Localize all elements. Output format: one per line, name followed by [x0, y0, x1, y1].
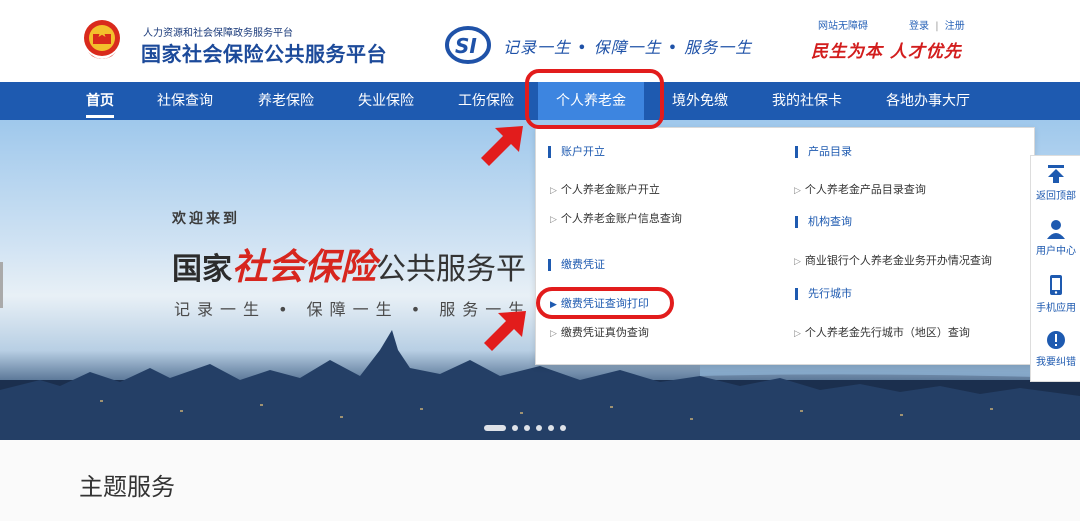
- banner-title-prefix: 国家: [172, 252, 232, 287]
- highlight-box-nav: [525, 69, 664, 129]
- banner-title: 国家社会保险公共服务平: [172, 238, 526, 290]
- sidebar-label: 手机应用: [1036, 303, 1076, 314]
- banner-title-suffix: 公共服务平: [376, 252, 527, 287]
- nav-home[interactable]: 首页: [86, 82, 114, 120]
- carousel-dot[interactable]: [536, 425, 542, 431]
- personal-pension-dropdown: 账户开立 ▷ 个人养老金账户开立 ▷ 个人养老金账户信息查询 缴费凭证 ▶ 缴费凭证查…: [535, 127, 1035, 365]
- nav-unemployment-insurance[interactable]: 失业保险: [358, 82, 414, 120]
- carousel-dot[interactable]: [484, 425, 506, 431]
- highlight-box-voucher: [536, 287, 674, 319]
- category-payment-voucher: 缴费凭证: [548, 259, 605, 271]
- banner-title-highlight: 社会保险: [232, 246, 377, 288]
- back-to-top-button[interactable]: 返回顶部: [1031, 164, 1080, 202]
- mobile-app-button[interactable]: 手机应用: [1031, 274, 1080, 314]
- carousel-dot[interactable]: [512, 425, 518, 431]
- link-voucher-authenticity-query[interactable]: ▷ 缴费凭证真伪查询: [550, 324, 649, 340]
- triangle-right-icon: ▷: [794, 329, 801, 339]
- link-pilot-cities-query[interactable]: ▷ 个人养老金先行城市（地区）查询: [794, 324, 970, 340]
- sidebar-label: 用户中心: [1036, 246, 1076, 257]
- category-pilot-cities: 先行城市: [795, 288, 852, 300]
- section-title: 主题服务: [79, 473, 175, 501]
- mobile-phone-icon: [1050, 275, 1062, 295]
- triangle-right-icon: ▷: [550, 329, 557, 339]
- banner-subtitle: 记录一生 • 保障一生 • 服务一生: [174, 300, 532, 319]
- nav-social-security-query[interactable]: 社保查询: [157, 82, 213, 120]
- nav-overseas-exemption[interactable]: 境外免缴: [672, 82, 728, 120]
- link-label: 个人养老金先行城市（地区）查询: [804, 326, 970, 339]
- link-pension-account-opening[interactable]: ▷ 个人养老金账户开立: [550, 181, 660, 197]
- carousel-prev-handle[interactable]: [0, 262, 3, 308]
- link-pension-account-info-query[interactable]: ▷ 个人养老金账户信息查询: [550, 210, 682, 226]
- floating-sidebar: 返回顶部 用户中心 手机应用 我要纠错: [1030, 155, 1080, 382]
- category-institution-query: 机构查询: [795, 216, 852, 228]
- user-icon: [1047, 220, 1065, 239]
- link-bank-pension-business-query[interactable]: ▷ 商业银行个人养老金业务开办情况查询: [794, 252, 992, 268]
- triangle-right-icon: ▷: [550, 186, 557, 196]
- banner-welcome: 欢迎来到: [172, 211, 240, 227]
- link-label: 缴费凭证真伪查询: [560, 326, 649, 339]
- link-pension-product-catalog-query[interactable]: ▷ 个人养老金产品目录查询: [794, 181, 926, 197]
- nav-local-service-halls[interactable]: 各地办事大厅: [886, 82, 970, 120]
- nav-pension-insurance[interactable]: 养老保险: [258, 82, 314, 120]
- register-link[interactable]: 注册: [945, 17, 965, 32]
- si-logo-icon: SI: [445, 26, 491, 64]
- carousel-indicators: [484, 416, 572, 435]
- exclamation-icon: [1047, 331, 1065, 349]
- red-arrow-icon: [484, 311, 526, 351]
- link-label: 个人养老金账户开立: [560, 183, 660, 196]
- header-slogan: 记录一生 • 保障一生 • 服务一生: [503, 38, 753, 57]
- link-label: 商业银行个人养老金业务开办情况查询: [804, 254, 992, 267]
- triangle-right-icon: ▷: [550, 215, 557, 225]
- carousel-dot[interactable]: [524, 425, 530, 431]
- category-product-catalog: 产品目录: [795, 146, 852, 158]
- link-label: 个人养老金账户信息查询: [560, 212, 682, 225]
- org-title[interactable]: 国家社会保险公共服务平台: [141, 38, 387, 67]
- carousel-dot[interactable]: [560, 425, 566, 431]
- user-center-button[interactable]: 用户中心: [1031, 219, 1080, 257]
- red-arrow-icon: [481, 126, 523, 166]
- login-link[interactable]: 登录: [909, 17, 929, 32]
- category-account-opening: 账户开立: [548, 146, 605, 158]
- nav-my-social-security-card[interactable]: 我的社保卡: [772, 82, 842, 120]
- org-subtitle: 人力资源和社会保障政务服务平台: [143, 28, 293, 39]
- arrow-up-icon: [1048, 165, 1064, 183]
- nav-work-injury-insurance[interactable]: 工伤保险: [458, 82, 514, 120]
- accessibility-link[interactable]: 网站无障碍: [818, 17, 868, 32]
- triangle-right-icon: ▷: [794, 257, 801, 267]
- national-emblem-icon: [84, 20, 120, 59]
- svg-text:SI: SI: [455, 34, 477, 58]
- link-label: 个人养老金产品目录查询: [804, 183, 926, 196]
- sidebar-label: 返回顶部: [1036, 191, 1076, 202]
- sidebar-label: 我要纠错: [1036, 357, 1076, 368]
- carousel-dot[interactable]: [548, 425, 554, 431]
- header-motto: 民生为本 人才优先: [811, 42, 962, 62]
- link-separator: |: [935, 21, 939, 32]
- report-error-button[interactable]: 我要纠错: [1031, 330, 1080, 368]
- triangle-right-icon: ▷: [794, 186, 801, 196]
